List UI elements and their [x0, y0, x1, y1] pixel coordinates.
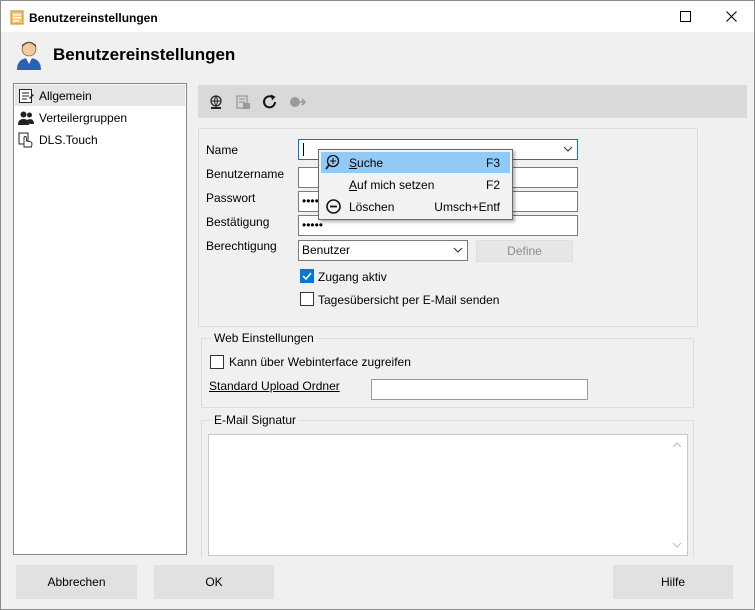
sidebar-item-label: DLS.Touch — [39, 132, 98, 147]
menu-item-shortcut: F2 — [485, 178, 500, 192]
scroll-up-icon[interactable] — [672, 441, 682, 449]
form-icon — [19, 88, 34, 103]
chevron-down-icon — [563, 146, 573, 152]
database-icon — [236, 95, 250, 109]
maximize-button[interactable] — [662, 1, 708, 32]
help-button[interactable]: Hilfe — [613, 565, 733, 599]
menu-item-label: Auf mich setzen — [349, 178, 435, 192]
toolbar — [198, 85, 747, 118]
daily-summary-checkbox[interactable] — [300, 292, 314, 306]
context-menu: Suche F3 Auf mich setzen F2 Löschen Umsc… — [318, 149, 513, 220]
signature-textarea[interactable] — [208, 434, 688, 556]
menu-item-shortcut: F3 — [485, 156, 500, 170]
title-bar: Benutzereinstellungen — [1, 1, 754, 32]
signature-title: E-Mail Signatur — [211, 413, 300, 427]
exit-icon — [290, 97, 307, 107]
menu-item-label: Suche — [349, 156, 384, 170]
chevron-down-icon — [453, 247, 463, 253]
ok-label: OK — [205, 575, 223, 589]
database-button[interactable] — [233, 92, 253, 112]
password-label: Passwort — [206, 191, 256, 205]
sidebar-item-label: Allgemein — [39, 88, 92, 103]
menu-item-loeschen[interactable]: Löschen Umsch+Entf — [321, 196, 510, 217]
permission-select[interactable]: Benutzer — [298, 240, 468, 261]
access-active-checkbox[interactable] — [300, 269, 314, 283]
refresh-icon — [263, 94, 276, 109]
cancel-button[interactable]: Abbrechen — [16, 565, 137, 599]
globe-settings-button[interactable] — [206, 92, 226, 112]
text-caret — [303, 143, 304, 156]
menu-item-label: Löschen — [349, 200, 395, 214]
ok-button[interactable]: OK — [154, 565, 274, 599]
sidebar-item-label: Verteilergruppen — [39, 110, 128, 125]
touch-hand-icon — [18, 132, 33, 147]
sidebar-item-verteilergruppen[interactable]: Verteilergruppen — [15, 107, 185, 128]
permission-label: Berechtigung — [206, 239, 277, 253]
webinterface-checkbox[interactable] — [210, 355, 224, 369]
sidebar: Allgemein Verteilergruppen DLS.Touch — [13, 83, 187, 555]
web-settings-title: Web Einstellungen — [211, 331, 317, 345]
app-icon — [10, 10, 24, 25]
sidebar-item-allgemein[interactable]: Allgemein — [15, 85, 185, 106]
define-label: Define — [507, 244, 542, 258]
access-active-label: Zugang aktiv — [318, 270, 387, 284]
checkmark-icon — [302, 272, 312, 281]
settings-window: Benutzereinstellungen Benutzereinstellun… — [0, 0, 755, 610]
menu-item-auf-mich-setzen[interactable]: Auf mich setzen F2 — [321, 174, 510, 195]
permission-value: Benutzer — [302, 243, 351, 257]
confirm-label: Bestätigung — [206, 215, 270, 229]
confirm-value: ••••• — [302, 218, 324, 232]
menu-item-suche[interactable]: Suche F3 — [321, 152, 510, 173]
upload-folder-link[interactable]: Standard Upload Ordner — [209, 379, 340, 393]
refresh-button[interactable] — [260, 92, 280, 112]
page-title: Benutzereinstellungen — [53, 45, 236, 64]
username-label: Benutzername — [206, 167, 285, 181]
users-icon — [18, 111, 34, 125]
name-label: Name — [206, 143, 239, 157]
search-icon — [325, 154, 340, 170]
define-button[interactable]: Define — [476, 240, 573, 262]
user-icon — [17, 41, 41, 70]
sidebar-item-dls-touch[interactable]: DLS.Touch — [15, 129, 185, 150]
close-button[interactable] — [708, 1, 754, 32]
minus-circle-icon — [326, 199, 341, 214]
cancel-label: Abbrechen — [47, 575, 106, 589]
exit-button[interactable] — [288, 92, 308, 112]
window-title: Benutzereinstellungen — [29, 11, 158, 25]
upload-folder-field[interactable] — [371, 379, 588, 400]
daily-summary-label: Tagesübersicht per E-Mail senden — [318, 293, 500, 307]
globe-settings-icon — [210, 95, 222, 109]
menu-item-shortcut: Umsch+Entf — [434, 200, 500, 214]
help-label: Hilfe — [660, 575, 685, 589]
webinterface-label: Kann über Webinterface zugreifen — [229, 355, 411, 369]
scroll-down-icon[interactable] — [672, 541, 682, 549]
dialog-header: Benutzereinstellungen — [1, 32, 754, 78]
close-icon — [725, 11, 737, 22]
password-value: •••• — [302, 194, 319, 208]
maximize-icon — [679, 11, 691, 22]
